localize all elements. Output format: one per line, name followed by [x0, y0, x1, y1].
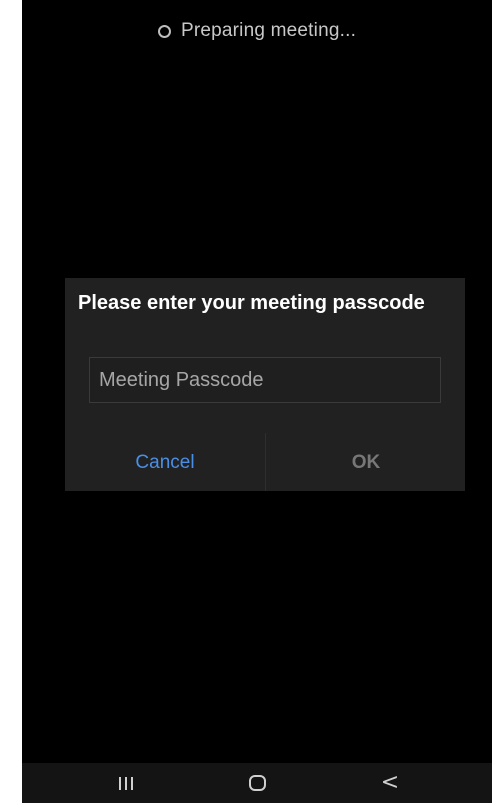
passcode-input[interactable] [89, 357, 441, 403]
loading-spinner-icon [157, 24, 171, 38]
recents-button[interactable] [96, 763, 156, 803]
system-navigation-bar: < [22, 763, 492, 803]
back-icon: < [380, 770, 400, 795]
recents-icon [119, 776, 133, 790]
ok-button[interactable]: OK [266, 443, 466, 483]
phone-screen: Preparing meeting... Please enter your m… [22, 0, 492, 803]
back-button[interactable]: < [360, 763, 420, 803]
passcode-dialog: Please enter your meeting passcode Cance… [65, 278, 465, 491]
dialog-title: Please enter your meeting passcode [78, 292, 425, 314]
home-button[interactable] [227, 763, 287, 803]
cancel-button[interactable]: Cancel [65, 443, 265, 483]
home-icon [248, 775, 266, 791]
status-line: Preparing meeting... [22, 20, 492, 42]
status-text: Preparing meeting... [180, 20, 357, 41]
